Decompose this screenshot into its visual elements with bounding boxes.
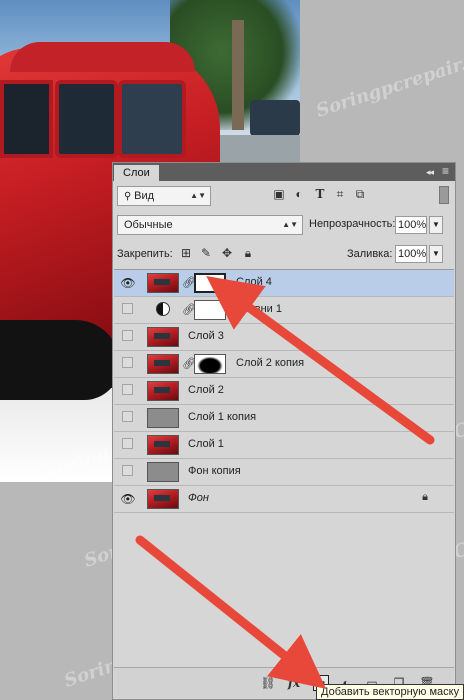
layer-thumbnail [147,462,179,482]
layer-name: Слой 2 [188,384,224,396]
filter-kind-select[interactable]: ⚲ Вид ▲▼ [117,186,211,206]
fill-dropdown-button[interactable]: ▼ [429,245,443,263]
watermark: Soringpcrepair.Com [313,39,464,122]
layer-row[interactable]: 🔗︎ Слой 2 копия [114,351,454,378]
layer-thumbnail [147,273,179,293]
updown-arrows-icon: ▲▼ [190,191,206,200]
eye-icon[interactable]: 👁︎ [120,491,136,507]
chain-link-icon[interactable]: 🔗︎ [182,356,196,372]
fill-input[interactable]: 100% [395,245,427,263]
visibility-checkbox[interactable] [122,330,133,341]
lock-label: Закрепить: [117,248,173,260]
layer-name: Фон копия [188,465,241,477]
layer-row[interactable]: Слой 1 [114,432,454,459]
layers-panel: Слои ◂◂ ≡ ⚲ Вид ▲▼ ▣ ◐ T ⌗ ⧉ Обычные ▲▼ … [112,162,456,700]
layer-row[interactable]: 🔗︎ Уровни 1 [114,297,454,324]
layer-thumbnail [147,408,179,428]
levels-adjustment-icon [156,302,170,316]
layer-row[interactable]: Фон копия [114,459,454,486]
layer-thumbnail [147,435,179,455]
blend-row: Обычные ▲▼ Непрозрачность: 100% ▼ [117,215,451,237]
lock-icon: 🔒︎ [422,491,428,503]
panel-titlebar: Слои ◂◂ ≡ [113,163,455,181]
layer-name: Слой 2 копия [236,357,305,369]
image-filter-icon[interactable]: ▣ [272,187,286,201]
blend-mode-value: Обычные [124,219,173,231]
layer-mask-thumbnail[interactable] [194,300,226,320]
chain-link-icon[interactable]: 🔗︎ [182,275,196,291]
fx-button[interactable]: fx [286,675,302,691]
adjustment-filter-icon[interactable]: ◐ [292,187,306,201]
car-window-rear [118,80,186,158]
fill-label: Заливка: [347,248,393,260]
layer-thumbnail [147,327,179,347]
collapse-icon[interactable]: ◂◂ [426,167,434,178]
layer-row[interactable]: 👁︎ 🔗︎ Слой 4 [114,270,454,297]
filter-toggle-switch[interactable] [439,186,449,204]
layer-name: Слой 1 копия [188,411,257,423]
red-car-roof [10,42,195,72]
opacity-dropdown-button[interactable]: ▼ [429,216,443,234]
layer-name: Фон [188,492,209,504]
lock-position-icon[interactable]: ✥ [220,246,234,260]
visibility-checkbox[interactable] [122,384,133,395]
car-tyre [0,320,120,400]
layer-row[interactable]: Слой 1 копия [114,405,454,432]
visibility-checkbox[interactable] [122,411,133,422]
layer-row[interactable]: 👁︎ Фон 🔒︎ [114,486,454,513]
lock-all-icon[interactable]: 🔒︎ [241,246,255,260]
layer-name: Уровни 1 [236,303,282,315]
panel-menu-icon[interactable]: ≡ [442,164,449,178]
opacity-input[interactable]: 100% [395,216,427,234]
layer-name: Слой 3 [188,330,224,342]
car-window-middle [55,80,118,158]
type-filter-icon[interactable]: T [313,187,327,201]
lock-pixels-icon[interactable]: ✎ [199,246,213,260]
visibility-checkbox[interactable] [122,303,133,314]
layer-row[interactable]: Слой 2 [114,378,454,405]
lock-transparency-icon[interactable]: ⊞ [179,246,193,260]
shape-filter-icon[interactable]: ⌗ [333,187,347,201]
filter-row: ⚲ Вид ▲▼ ▣ ◐ T ⌗ ⧉ [117,185,451,207]
filter-kind-value: Вид [134,190,155,202]
layer-name: Слой 4 [236,276,272,288]
chain-link-icon[interactable]: 🔗︎ [182,302,196,318]
layer-thumbnail [147,354,179,374]
photo-truck [250,100,300,136]
visibility-checkbox[interactable] [122,465,133,476]
lock-row: Закрепить: ⊞ ✎ ✥ 🔒︎ Заливка: 100% ▼ [117,245,451,265]
layer-row[interactable]: Слой 3 [114,324,454,351]
updown-arrows-icon: ▲▼ [282,220,298,229]
layer-thumbnail [147,381,179,401]
car-window-front [0,80,53,158]
blend-mode-select[interactable]: Обычные ▲▼ [117,215,303,235]
layer-mask-thumbnail[interactable] [194,273,226,293]
photo-palm-trunk [232,20,244,130]
tooltip: Добавить векторную маску [316,684,464,700]
layer-name: Слой 1 [188,438,224,450]
visibility-checkbox[interactable] [122,357,133,368]
smart-object-filter-icon[interactable]: ⧉ [353,187,367,201]
layer-thumbnail [147,489,179,509]
layers-list: 👁︎ 🔗︎ Слой 4 🔗︎ Уровни 1 Слой 3 🔗︎ Слой [114,269,454,668]
layer-mask-thumbnail[interactable] [194,354,226,374]
link-layers-icon[interactable]: ⛓︎ [260,675,276,691]
opacity-label: Непрозрачность: [309,218,396,230]
eye-icon[interactable]: 👁︎ [120,275,136,291]
tab-layers[interactable]: Слои [114,165,159,181]
search-icon: ⚲ [124,191,135,202]
visibility-checkbox[interactable] [122,438,133,449]
